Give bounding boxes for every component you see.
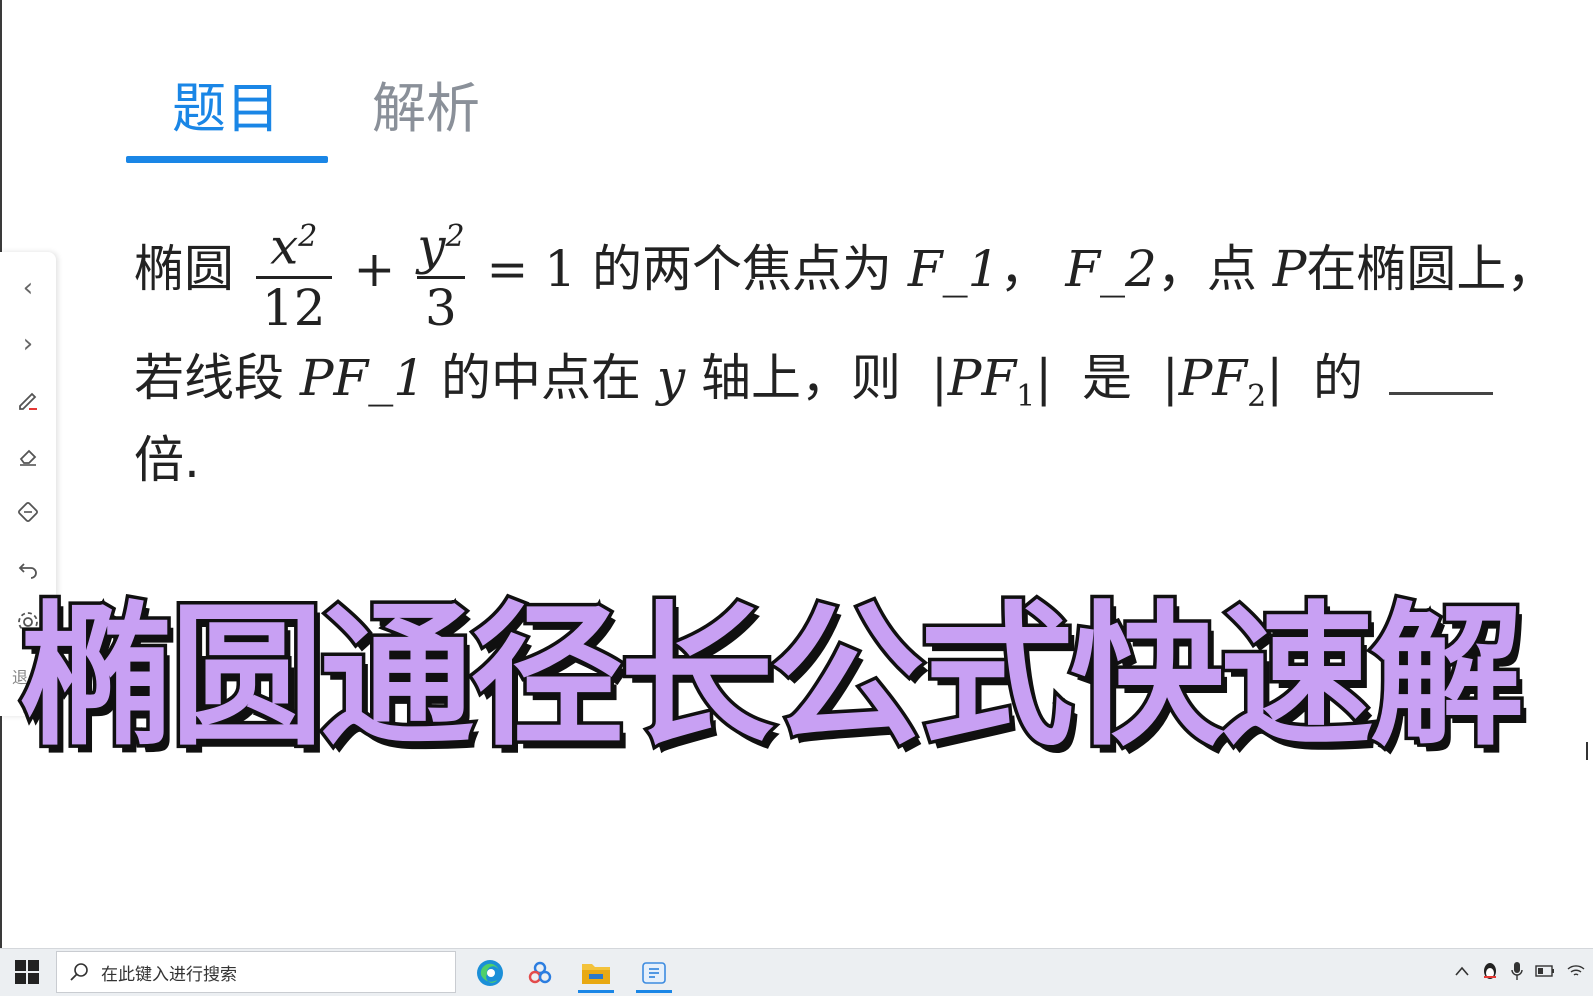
question-line-3: 倍.: [134, 431, 200, 489]
active-app-indicator: [578, 990, 614, 993]
microphone-icon[interactable]: [1511, 961, 1523, 981]
pen-icon[interactable]: [12, 384, 44, 416]
taskbar: 在此键入进行搜索: [0, 948, 1593, 996]
file-explorer-icon[interactable]: [576, 953, 616, 993]
active-app-indicator-2: [636, 990, 672, 993]
next-page-icon[interactable]: ›: [12, 328, 44, 360]
wifi-icon[interactable]: [1567, 963, 1585, 979]
fraction-x2-12: x2 12: [255, 208, 332, 337]
equals-one: = 1: [486, 239, 577, 298]
qq-penguin-icon[interactable]: [1481, 961, 1499, 981]
class-app-icon[interactable]: [634, 953, 674, 993]
tab-question[interactable]: 题目: [172, 74, 280, 144]
var-F2: F_2: [1065, 239, 1157, 298]
var-F1: F_1: [907, 239, 1000, 298]
prev-page-icon[interactable]: ‹: [12, 272, 44, 304]
answer-blank[interactable]: [1388, 348, 1493, 395]
windows-start-icon[interactable]: [14, 959, 40, 985]
tab-analysis[interactable]: 解析: [372, 74, 480, 144]
chevron-up-icon[interactable]: [1455, 966, 1469, 976]
search-placeholder: 在此键入进行搜索: [101, 964, 237, 985]
var-PF1: PF_1: [299, 349, 426, 407]
var-y: y: [656, 349, 686, 407]
edge-browser-icon[interactable]: [470, 953, 510, 993]
text-cursor-mark: [1586, 742, 1593, 760]
battery-icon[interactable]: [1535, 964, 1555, 978]
question-line-2: 若线段 PF_1 的中点在 y 轴上，则 |PF1| 是 |PF2| 的: [134, 348, 1493, 427]
abs-PF2: |PF2|: [1161, 349, 1284, 414]
clear-icon[interactable]: [12, 496, 44, 528]
abs-PF1: |PF1|: [930, 349, 1053, 414]
question-line-1: 椭圆 x2 12 + y2 3 = 1 的两个焦点为 F_1， F_2，点 P在…: [134, 208, 1556, 337]
overlay-title: 椭圆通径长公式快速解: [16, 585, 1527, 771]
search-icon: [57, 962, 101, 982]
plus-sign: +: [353, 239, 396, 298]
app-icon-circles[interactable]: [520, 953, 560, 993]
fraction-y2-3: y2 3: [417, 217, 465, 337]
var-P: P: [1272, 239, 1307, 298]
system-tray: [1455, 961, 1585, 981]
tab-active-indicator: [126, 156, 328, 163]
text-ellipse: 椭圆: [134, 239, 234, 298]
taskbar-search-box[interactable]: 在此键入进行搜索: [56, 951, 456, 993]
eraser-icon[interactable]: [12, 440, 44, 472]
